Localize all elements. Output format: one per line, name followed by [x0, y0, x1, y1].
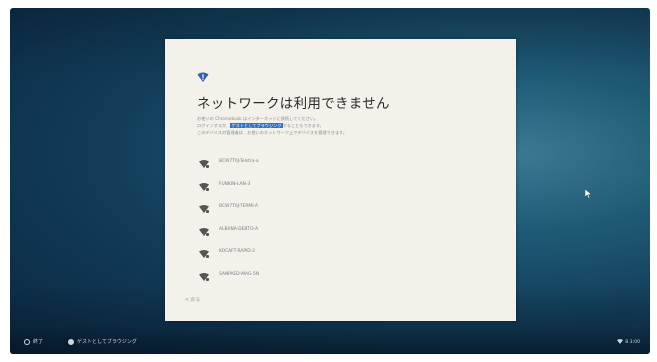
shutdown-button[interactable]: 終了: [24, 338, 43, 345]
network-item[interactable]: SANPAED-MAG-5N: [199, 270, 439, 293]
network-name: BCW7T0J-TERMI-A: [219, 204, 259, 209]
network-name: SANPAED-MAG-5N: [219, 271, 260, 277]
network-item[interactable]: KOCAFT-RAPID-2: [199, 247, 439, 270]
network-dialog: ネットワークは利用できません お使いの Chromebook はインターネットに…: [165, 39, 516, 321]
network-name: BCW7T0J-Telstra-a: [219, 159, 259, 164]
browse-as-guest-label: ゲストとしてブラウジング: [77, 339, 137, 345]
description-line-1: お使いの Chromebook はインターネットに接続してください。: [197, 116, 319, 121]
network-item[interactable]: ALBANA-DEBTO-A: [199, 225, 439, 248]
lock-icon: [206, 165, 209, 168]
lock-icon: [206, 255, 209, 258]
network-name: KOCAFT-RAPID-2: [219, 249, 256, 254]
login-screen: ネットワークは利用できません お使いの Chromebook はインターネットに…: [10, 8, 650, 354]
login-shelf: 終了 ゲストとしてブラウジング 8 3:00: [10, 328, 650, 354]
back-button[interactable]: < 戻る: [185, 296, 200, 303]
wifi-icon: [617, 339, 624, 344]
lock-icon: [206, 277, 209, 281]
browse-as-guest-button[interactable]: ゲストとしてブラウジング: [68, 338, 137, 345]
description-line-2-before: ログインするか、: [197, 123, 231, 129]
description-line-2-after: することもできます。: [282, 123, 324, 129]
power-icon: [24, 338, 30, 345]
lock-icon: [206, 210, 209, 213]
dialog-description: お使いの Chromebook はインターネットに接続してください。 ログインす…: [197, 115, 467, 137]
guest-icon: [68, 338, 74, 345]
network-name: ALBANA-DEBTO-A: [219, 226, 259, 232]
description-line-3: このデバイスの管理者は、お使いのネットワーク上でデバイスを管理できます。: [197, 130, 348, 136]
network-name: FUNKIN-LAN-3: [219, 181, 251, 187]
lock-icon: [206, 187, 209, 191]
description-line-2: ログインするか、ゲストとしてブラウジングすることもできます。: [197, 122, 467, 129]
wifi-alert-icon: [197, 72, 209, 82]
browse-as-guest-link[interactable]: ゲストとしてブラウジング: [230, 123, 283, 129]
network-item[interactable]: BCW7T0J-TERMI-A: [199, 202, 439, 225]
network-item[interactable]: FUNKIN-LAN-3: [199, 180, 439, 203]
status-area[interactable]: 8 3:00: [617, 339, 640, 345]
network-item[interactable]: BCW7T0J-Telstra-a: [199, 157, 439, 180]
dialog-title: ネットワークは利用できません: [197, 96, 390, 112]
mouse-cursor-icon: [585, 189, 593, 199]
photo-frame: ネットワークは利用できません お使いの Chromebook はインターネットに…: [0, 0, 657, 362]
status-text: 8 3:00: [625, 340, 640, 345]
network-list: BCW7T0J-Telstra-a FUNKIN-LAN-3 BCW7T0J-T…: [199, 157, 439, 292]
shutdown-label: 終了: [33, 339, 44, 345]
lock-icon: [206, 232, 209, 236]
